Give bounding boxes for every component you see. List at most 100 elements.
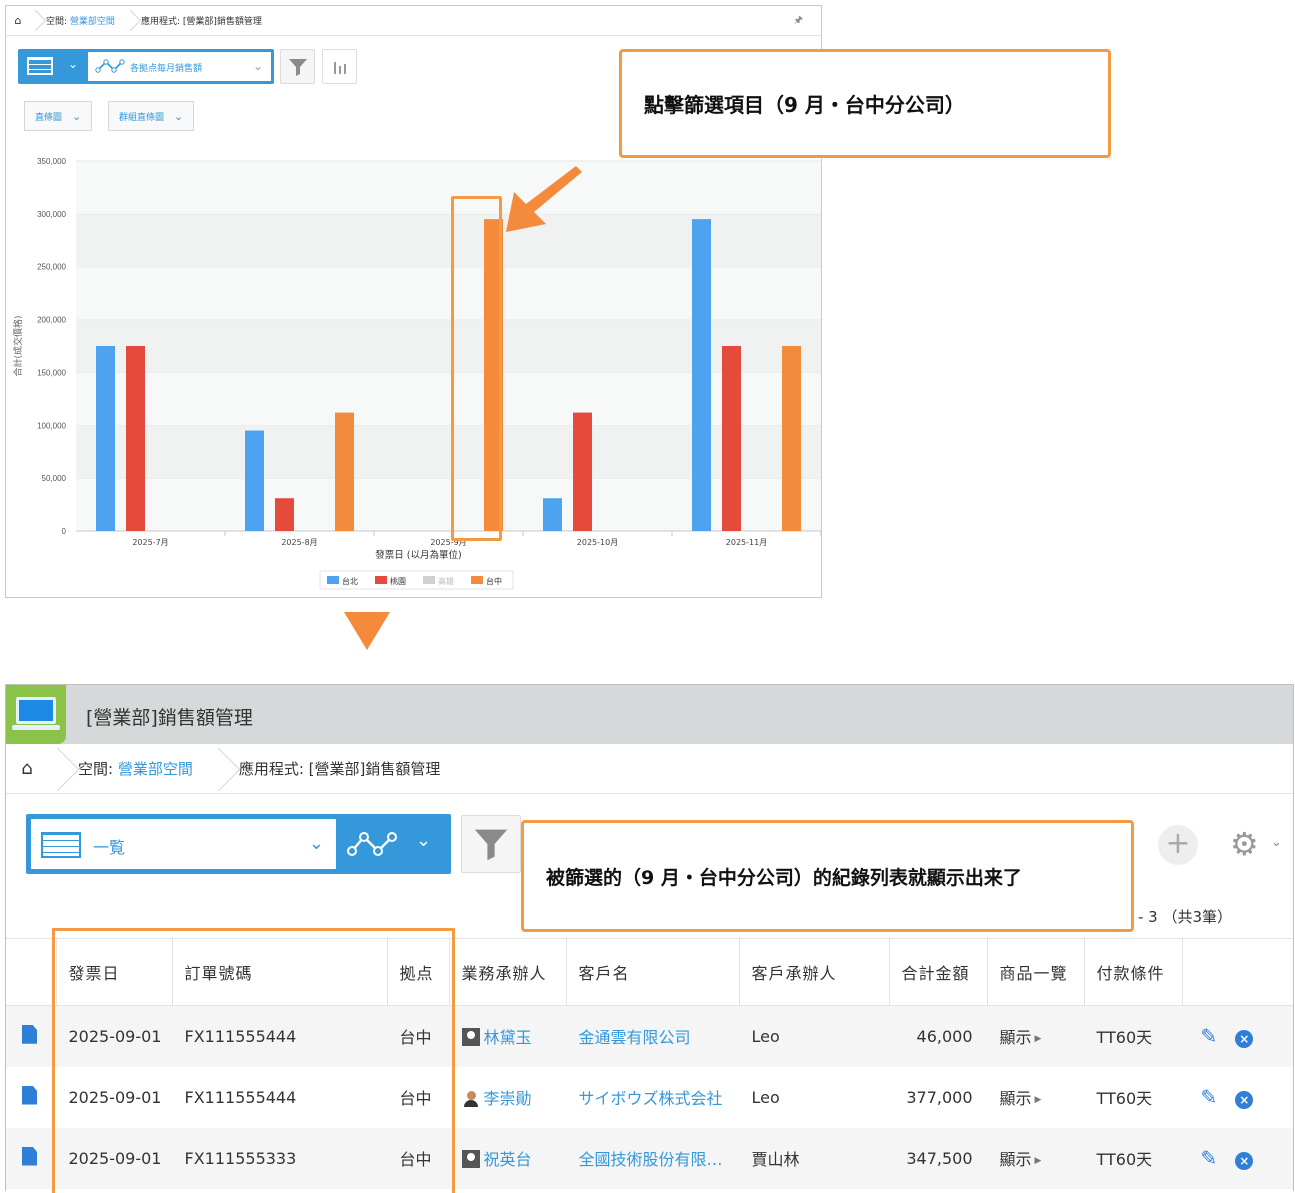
- plus-icon: +: [1165, 826, 1191, 861]
- table-view-icon: [41, 832, 81, 858]
- chevron-down-icon[interactable]: ⌄: [253, 59, 263, 73]
- cell-rep-link[interactable]: 林黛玉: [484, 1028, 532, 1047]
- x-tick-label: 2025-7月: [132, 538, 168, 547]
- caret-right-icon[interactable]: ▶: [1035, 1156, 1042, 1166]
- breadcrumb-app[interactable]: 應用程式: [營業部]銷售額管理: [141, 14, 262, 27]
- graph-settings-button[interactable]: [322, 49, 357, 84]
- arrow-pointer-icon: [506, 166, 582, 232]
- pencil-icon[interactable]: ✎: [1201, 1024, 1218, 1048]
- y-tick-label: 250,000: [37, 263, 66, 272]
- breadcrumb: ⌂ 空間: 營業部空間 應用程式: [營業部]銷售額管理 🖈: [6, 6, 821, 36]
- callout-top: 點擊篩選項目（9 月・台中分公司）: [619, 49, 1111, 158]
- bar-chart-icon: [333, 61, 346, 74]
- y-axis-title: 合計(成交價格): [12, 315, 24, 376]
- highlight-filtered-columns: [52, 928, 455, 1193]
- cell-customer-link[interactable]: 金通雲有限公司: [579, 1028, 691, 1047]
- close-circle-icon[interactable]: ×: [1235, 1030, 1254, 1049]
- chevron-down-icon: ⌄: [308, 833, 324, 854]
- pencil-icon[interactable]: ✎: [1201, 1146, 1218, 1170]
- chart-mode-label: 群組直條圖: [119, 112, 165, 123]
- legend-label: 高雄: [438, 576, 454, 586]
- view-dropdown[interactable]: 一覧 ⌄: [31, 819, 336, 869]
- pencil-icon[interactable]: ✎: [1201, 1085, 1218, 1109]
- col-header-customer[interactable]: 客戶名: [566, 938, 740, 1006]
- col-header-total[interactable]: 合計金額: [889, 938, 988, 1006]
- cell-terms: TT60天: [1084, 1127, 1182, 1189]
- y-tick-label: 50,000: [42, 474, 67, 483]
- chevron-down-icon[interactable]: ⌄: [1271, 835, 1282, 850]
- cell-contact: Leo: [739, 1005, 889, 1067]
- breadcrumb-space-label: 空間:: [46, 17, 68, 27]
- graph-selector[interactable]: 各拠点毎月銷售額 ⌄: [88, 52, 271, 81]
- cell-rep-link[interactable]: 祝英台: [484, 1150, 532, 1169]
- cell-products-toggle[interactable]: 顯示: [1000, 1150, 1032, 1169]
- record-count: - 3 （共3筆）: [1138, 908, 1233, 926]
- add-record-button[interactable]: +: [1158, 825, 1198, 865]
- view-selector[interactable]: 一覧 ⌄ ⌄: [26, 814, 451, 874]
- cell-total: 347,500: [889, 1127, 987, 1189]
- y-tick-label: 150,000: [37, 368, 66, 377]
- chart-type-label: 直條圖: [35, 112, 63, 123]
- cell-terms: TT60天: [1096, 1089, 1153, 1108]
- close-circle-icon[interactable]: ×: [1235, 1152, 1254, 1170]
- chevron-down-icon: ⌄: [72, 109, 82, 123]
- avatar-icon: [461, 1150, 480, 1168]
- col-header-contact[interactable]: 客戶承辦人: [739, 938, 890, 1006]
- cell-products-toggle[interactable]: 顯示: [1000, 1089, 1032, 1108]
- record-detail-icon[interactable]: [22, 1024, 37, 1044]
- gear-icon[interactable]: ⚙: [1230, 825, 1259, 863]
- breadcrumb-space-link[interactable]: 營業部空間: [70, 17, 115, 27]
- cell-customer-link[interactable]: サイボウズ株式会社: [579, 1089, 723, 1108]
- filter-button[interactable]: [461, 815, 521, 873]
- cell-total: 377,000: [906, 1087, 973, 1107]
- breadcrumb-space-link[interactable]: 營業部空間: [118, 760, 193, 778]
- col-header-products[interactable]: 商品一覽: [987, 938, 1085, 1006]
- graph-icon: [95, 59, 125, 73]
- legend-swatch: [471, 576, 483, 584]
- view-selector[interactable]: ⌄ 各拠点毎月銷售額 ⌄: [18, 49, 274, 84]
- cell-rep-link[interactable]: 李崇勛: [484, 1089, 532, 1108]
- caret-right-icon[interactable]: ▶: [1035, 1034, 1042, 1044]
- bar-chart: 0 50,000 100,000 150,000 200,000 250,000 300,0…: [12, 157, 821, 590]
- pin-icon[interactable]: 🖈: [794, 13, 803, 30]
- breadcrumb: ⌂ 空間: 營業部空間 應用程式: [營業部]銷售額管理: [6, 744, 1293, 794]
- record-detail-icon[interactable]: [22, 1085, 37, 1105]
- cell-customer-link[interactable]: 全國技術股份有限…: [579, 1150, 723, 1169]
- legend-label: 台中: [486, 576, 502, 586]
- cell-total: 46,000: [889, 1005, 987, 1067]
- cell-products-toggle[interactable]: 顯示: [1000, 1028, 1032, 1047]
- chevron-down-icon[interactable]: ⌄: [416, 830, 431, 851]
- laptop-icon: [6, 685, 66, 744]
- col-header-rep[interactable]: 業務承辦人: [449, 938, 567, 1006]
- cell-contact: Leo: [751, 1087, 780, 1107]
- filter-icon: [474, 829, 508, 861]
- bar-桃園: [722, 346, 741, 531]
- close-circle-icon[interactable]: ×: [1235, 1091, 1254, 1109]
- caret-right-icon[interactable]: ▶: [1035, 1095, 1042, 1105]
- chart-type-dropdown[interactable]: 直條圖 ⌄: [24, 101, 93, 131]
- record-detail-icon[interactable]: [22, 1146, 37, 1166]
- chevron-down-icon[interactable]: ⌄: [68, 57, 78, 71]
- table-view-icon[interactable]: [27, 57, 53, 75]
- bar-台北: [692, 219, 711, 531]
- app-title: [營業部]銷售額管理: [86, 707, 253, 729]
- legend-swatch: [423, 576, 435, 584]
- bar-桃園: [126, 346, 145, 531]
- callout-top-text: 點擊篩選項目（9 月・台中分公司）: [644, 93, 965, 117]
- view-name: 一覧: [93, 838, 126, 857]
- chart-mode-dropdown[interactable]: 群組直條圖 ⌄: [108, 101, 195, 131]
- cell-terms: TT60天: [1084, 1005, 1182, 1067]
- legend-label: 台北: [342, 576, 358, 586]
- filter-button[interactable]: [280, 49, 315, 84]
- col-header-terms[interactable]: 付款條件: [1084, 938, 1183, 1006]
- y-tick-label: 100,000: [37, 421, 66, 430]
- breadcrumb-app[interactable]: 應用程式: [營業部]銷售額管理: [239, 758, 441, 779]
- x-tick-label: 2025-11月: [726, 538, 767, 547]
- cell-contact: 賈山林: [739, 1127, 889, 1189]
- grid-band: [76, 161, 821, 214]
- graph-icon[interactable]: [346, 829, 398, 859]
- bar-桃園: [573, 412, 592, 531]
- bar-台北: [96, 346, 115, 531]
- bar-桃園: [275, 498, 294, 531]
- x-tick-label: 2025-8月: [281, 538, 317, 547]
